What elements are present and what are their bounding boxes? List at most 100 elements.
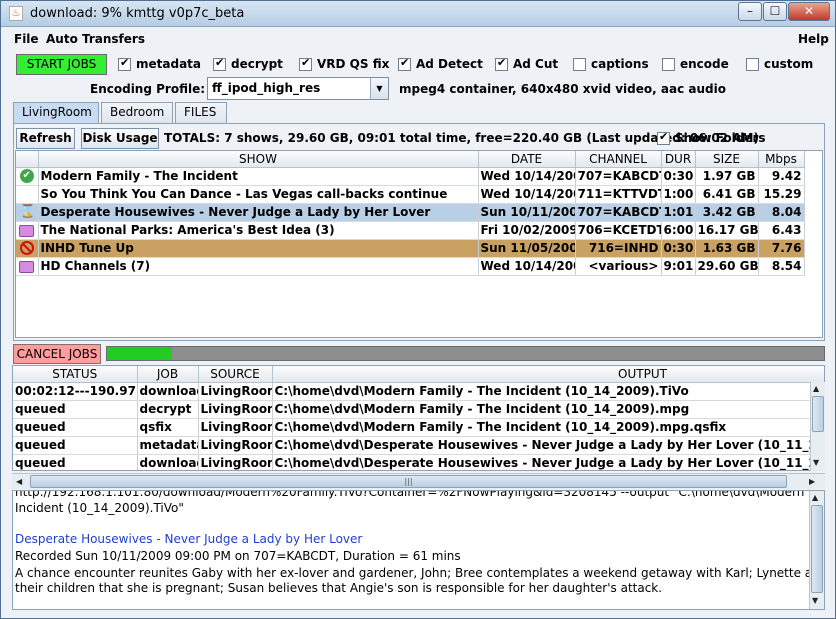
table-row[interactable]: queued qsfix LivingRoom C:\home\dvd\Modern …: [13, 418, 824, 437]
table-row[interactable]: The National Parks: America's Best Idea …: [16, 221, 805, 240]
cell-mbps: 8.54: [758, 257, 805, 276]
message-log[interactable]: http://192.168.1.101:80/download/Modern%…: [12, 490, 825, 610]
option-label: Ad Cut: [513, 57, 559, 71]
column-header-job[interactable]: JOB: [137, 366, 199, 383]
minimize-button[interactable]: –: [738, 2, 762, 21]
cell-dur: 0:30: [661, 239, 696, 258]
table-row[interactable]: So You Think You Can Dance - Las Vegas c…: [16, 185, 805, 204]
tab-files[interactable]: FILES: [175, 102, 227, 123]
chevron-down-icon[interactable]: ▼: [370, 78, 388, 99]
column-header-date[interactable]: DATE: [478, 151, 576, 168]
column-header-mbps[interactable]: Mbps: [758, 151, 805, 168]
tab-livingroom[interactable]: LivingRoom: [13, 102, 99, 124]
column-header-dur[interactable]: DUR: [661, 151, 696, 168]
cell-status: queued: [13, 454, 138, 470]
checkbox-box[interactable]: [213, 56, 226, 71]
cell-status: queued: [13, 436, 138, 455]
scroll-left-icon[interactable]: ◀: [16, 477, 22, 486]
option-captions-checkbox[interactable]: captions: [573, 56, 649, 72]
checkbox-box[interactable]: [299, 56, 312, 71]
column-header-show[interactable]: SHOW: [38, 151, 479, 168]
option-vrd-qs-fix-checkbox[interactable]: VRD QS fix: [299, 56, 389, 72]
column-header-source[interactable]: SOURCE: [198, 366, 273, 383]
maximize-button[interactable]: ☐: [763, 2, 787, 21]
column-header-status[interactable]: STATUS: [13, 366, 138, 383]
checkbox-box[interactable]: [573, 57, 586, 71]
row-status-cell: ⌛: [16, 203, 39, 222]
cell-channel: 711=KTTVDT: [575, 185, 662, 204]
show-folders-label: Show Folders: [675, 131, 766, 145]
table-row[interactable]: ⌛ Desperate Housewives - Never Judge a La…: [16, 203, 805, 222]
option-custom-checkbox[interactable]: custom: [746, 56, 813, 72]
scroll-thumb[interactable]: [811, 505, 823, 593]
log-description: their children that she is pregnant; Sus…: [15, 581, 663, 595]
checkbox-box[interactable]: [657, 130, 670, 145]
log-line: http://192.168.1.101:80/download/Modern%…: [15, 490, 825, 499]
table-row[interactable]: queueddownloadLivingRoomC:\home\dvd\Desp…: [13, 454, 824, 470]
scroll-up-icon[interactable]: ▲: [813, 384, 819, 393]
row-status-cell: [16, 257, 39, 276]
window-title: download: 9% kmttg v0p7c_beta: [30, 6, 245, 21]
scroll-thumb[interactable]: [812, 396, 824, 432]
menu-file[interactable]: File: [14, 32, 39, 46]
scroll-down-icon[interactable]: ▼: [812, 596, 818, 605]
option-encode-checkbox[interactable]: encode: [662, 56, 729, 72]
cell-date: Wed 10/14/2009: [478, 167, 576, 186]
checkbox-box[interactable]: [746, 57, 759, 71]
option-ad-cut-checkbox[interactable]: Ad Cut: [495, 56, 558, 72]
option-decrypt-checkbox[interactable]: decrypt: [213, 56, 283, 72]
table-row[interactable]: 00:02:12---190.97 MBdownloadLivingRoomC:…: [13, 382, 824, 401]
table-row[interactable]: queued decrypt LivingRoom C:\home\dvd\Moder…: [13, 400, 824, 419]
column-header-channel[interactable]: CHANNEL: [575, 151, 662, 168]
cell-show: The National Parks: America's Best Idea …: [38, 221, 479, 240]
cancel-jobs-button[interactable]: CANCEL JOBS: [13, 344, 101, 364]
table-row[interactable]: HD Channels (7)Wed 10/14/2009<various>9:…: [16, 257, 805, 276]
checkbox-box[interactable]: [662, 57, 675, 71]
row-status-cell: [16, 221, 39, 240]
encoding-profile-label: Encoding Profile:: [90, 82, 206, 96]
menu-help[interactable]: Help: [798, 32, 829, 46]
cell-source: LivingRoom: [198, 418, 273, 437]
jobs-table[interactable]: STATUS JOB SOURCE OUTPUT 00:02:12---190.97 …: [12, 365, 825, 471]
scroll-right-icon[interactable]: ▶: [809, 477, 815, 486]
checkbox-box[interactable]: [118, 56, 131, 71]
option-ad-detect-checkbox[interactable]: Ad Detect: [398, 56, 483, 72]
column-header-icon[interactable]: [16, 151, 39, 168]
checkbox-box[interactable]: [398, 56, 411, 71]
cell-channel: 707=KABCDT: [575, 203, 662, 222]
refresh-button[interactable]: Refresh: [16, 128, 75, 149]
disk-usage-button[interactable]: Disk Usage: [81, 128, 159, 149]
encoding-profile-value: ff_ipod_high_res: [212, 81, 321, 95]
table-row[interactable]: INHD Tune UpSun 11/05/2006716=INHD0:301.…: [16, 239, 805, 258]
table-row[interactable]: ✔ Modern Family - The Incident Wed 10/14/2…: [16, 167, 805, 186]
jobs-horizontal-scrollbar[interactable]: ◀ ||| ▶: [12, 473, 825, 489]
row-status-cell: [16, 239, 39, 258]
cell-job: download: [137, 382, 199, 401]
title-bar[interactable]: ♨ download: 9% kmttg v0p7c_beta – ☐ ✕: [1, 1, 835, 27]
folder-icon: [19, 260, 35, 273]
start-jobs-button[interactable]: START JOBS: [16, 54, 107, 75]
show-folders-checkbox[interactable]: Show Folders: [657, 130, 766, 146]
jobs-vertical-scrollbar[interactable]: ▲ ▼: [810, 382, 825, 471]
menu-auto-transfers[interactable]: Auto Transfers: [46, 32, 145, 46]
app-window: ♨ download: 9% kmttg v0p7c_beta – ☐ ✕ Fi…: [0, 0, 836, 619]
scroll-down-icon[interactable]: ▼: [813, 458, 819, 467]
log-vertical-scrollbar[interactable]: ▲ ▼: [809, 491, 824, 609]
column-header-size[interactable]: SIZE: [695, 151, 759, 168]
encoding-profile-select[interactable]: ff_ipod_high_res ▼: [207, 77, 389, 100]
column-header-output[interactable]: OUTPUT: [272, 366, 824, 383]
cell-channel: <various>: [575, 257, 662, 276]
check-icon: ✔: [19, 169, 34, 184]
close-button[interactable]: ✕: [788, 2, 830, 21]
tab-bedroom[interactable]: Bedroom: [101, 102, 173, 123]
now-playing-table[interactable]: SHOW DATE CHANNEL DUR SIZE Mbps ✔ Modern Famil…: [15, 150, 823, 338]
scroll-thumb[interactable]: |||: [30, 475, 787, 488]
empty-row: [16, 275, 804, 293]
option-metadata-checkbox[interactable]: metadata: [118, 56, 201, 72]
table-row[interactable]: queued metadata LivingRoom C:\home\dvd\Desp…: [13, 436, 824, 455]
cell-job: download: [137, 454, 199, 470]
cell-date: Sun 10/11/2009: [478, 203, 576, 222]
scroll-up-icon[interactable]: ▲: [812, 493, 818, 502]
cell-channel: 707=KABCDT: [575, 167, 662, 186]
checkbox-box[interactable]: [495, 56, 508, 71]
